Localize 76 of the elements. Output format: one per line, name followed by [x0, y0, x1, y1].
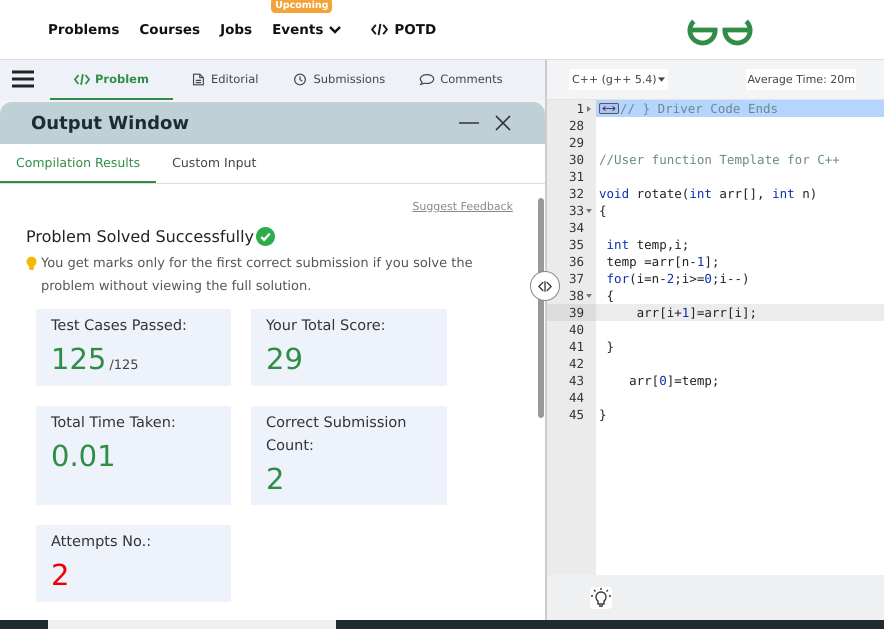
code-line: }: [606, 338, 614, 355]
stat-value: 125: [51, 342, 106, 376]
stat-value: 0.01: [51, 439, 116, 473]
line-number: 37: [568, 270, 584, 287]
tab[interactable]: Submissions: [275, 60, 402, 100]
line-number: 38: [568, 287, 584, 304]
check-circle-icon: [256, 227, 275, 246]
light-bulb-icon[interactable]: [590, 586, 612, 608]
caret-icon: [658, 77, 665, 82]
line-number: 1: [576, 100, 584, 117]
fold-down-icon[interactable]: [586, 292, 592, 298]
result-heading: Problem Solved Successfully: [26, 227, 254, 246]
line-number: 42: [568, 355, 584, 372]
nav-link[interactable]: POTD: [394, 22, 436, 38]
nav-link[interactable]: Courses: [139, 22, 200, 38]
line-number: 40: [568, 321, 584, 338]
tab[interactable]: Comments: [402, 60, 520, 100]
stat-label: Total Time Taken:: [51, 414, 177, 433]
average-time-label: Average Time: 20m: [746, 69, 856, 90]
light-bulb-icon: [26, 256, 37, 271]
line-number: 29: [568, 134, 584, 151]
line-number: 43: [568, 372, 584, 389]
speech-bubble-icon: [419, 72, 436, 86]
fold-down-icon[interactable]: [586, 208, 592, 214]
upcoming-badge: Upcoming: [271, 0, 332, 12]
stat-label: Test Cases Passed:: [51, 317, 188, 336]
menu-icon[interactable]: [12, 70, 34, 88]
stat-label: Correct Submission Count:: [266, 414, 408, 456]
code-icon: [371, 23, 388, 36]
code-line: void rotate(int arr[], int n): [599, 185, 818, 202]
code-line: temp =arr[n-1];: [606, 253, 720, 270]
note-text: You get marks only for the first correct submission if you solve the problem without viewing the full solution.: [41, 255, 474, 296]
line-number: 35: [568, 236, 584, 253]
line-number: 28: [568, 117, 584, 134]
nav-link[interactable]: Events: [272, 22, 324, 38]
tab[interactable]: Problem: [50, 60, 173, 100]
fold-right-icon[interactable]: [586, 106, 592, 112]
code-line: arr[i+1]=arr[i];: [636, 304, 758, 321]
clock-icon: [292, 72, 308, 86]
code-icon: [74, 72, 90, 86]
nav-link[interactable]: Jobs: [220, 22, 252, 38]
line-number: 33: [568, 202, 584, 219]
code-line: }: [599, 406, 607, 423]
code-line: {: [606, 287, 614, 304]
window-title: Output Window: [31, 112, 190, 134]
chevron-down-icon: [329, 26, 342, 34]
folded-code-icon[interactable]: [599, 103, 619, 114]
line-number: 32: [568, 185, 584, 202]
line-number: 34: [568, 219, 584, 236]
stat-value: 2: [266, 462, 284, 496]
close-icon[interactable]: [495, 115, 511, 131]
line-number: 41: [568, 338, 584, 355]
line-number: 45: [568, 406, 584, 423]
line-number: 39: [568, 304, 584, 321]
code-line: arr[0]=temp;: [628, 372, 720, 389]
nav-link[interactable]: Problems: [48, 22, 120, 38]
line-number: 44: [568, 389, 584, 406]
stat-value: 2: [51, 558, 70, 592]
code-line: //User function Template for C++: [599, 151, 840, 168]
code-line: int temp,i;: [606, 236, 690, 253]
tab[interactable]: Compilation Results: [0, 144, 156, 183]
stat-value: 29: [266, 342, 303, 376]
code-line: {: [599, 202, 607, 219]
code-line: for(i=n-2;i>=0;i--): [606, 270, 750, 287]
line-number: 30: [568, 151, 584, 168]
language-dropdown[interactable]: C++ (g++ 5.4): [569, 69, 668, 90]
tab[interactable]: Editorial: [172, 60, 276, 100]
minimize-icon[interactable]: [459, 121, 479, 125]
stat-label: Your Total Score:: [266, 317, 387, 336]
code-line: // } Driver Code Ends: [620, 100, 778, 117]
suggest-feedback-link[interactable]: Suggest Feedback: [412, 200, 513, 213]
stat-label: Attempts No.:: [51, 533, 152, 552]
tab[interactable]: Custom Input: [156, 144, 272, 183]
stat-total: /125: [109, 358, 139, 373]
line-number: 31: [568, 168, 584, 185]
line-number: 36: [568, 253, 584, 270]
